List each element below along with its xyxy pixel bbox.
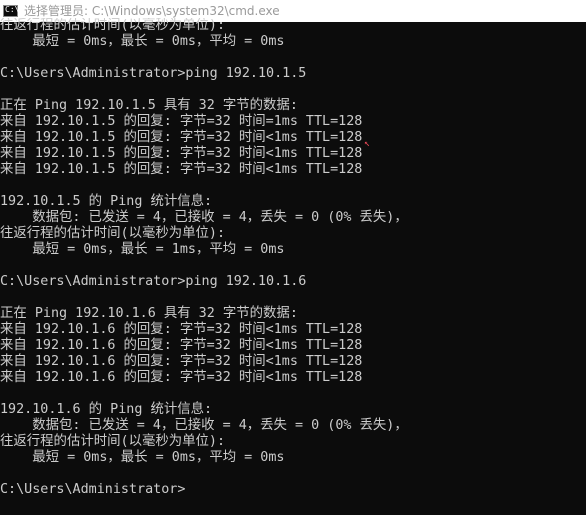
console-prompt[interactable]: C:\Users\Administrator> <box>0 482 586 498</box>
mouse-cursor-icon: ↖ <box>364 138 371 149</box>
console-line: 来自 192.10.1.6 的回复: 字节=32 时间<1ms TTL=128 <box>0 338 363 353</box>
console-line: 来自 192.10.1.6 的回复: 字节=32 时间<1ms TTL=128 <box>0 370 363 385</box>
console-line: 来自 192.10.1.6 的回复: 字节=32 时间<1ms TTL=128 <box>0 322 363 337</box>
cmd-icon[interactable]: C:\ <box>3 5 20 17</box>
console-line: 往返行程的估计时间(以毫秒为单位): <box>0 226 226 241</box>
console-line: 来自 192.10.1.5 的回复: 字节=32 时间<1ms TTL=128 <box>0 162 363 177</box>
console-line: 来自 192.10.1.5 的回复: 字节=32 时间=1ms TTL=128 <box>0 114 363 129</box>
console-line: C:\Users\Administrator>ping 192.10.1.5 <box>0 66 307 81</box>
console-output[interactable]: 往返行程的估计时间(以毫秒为单位): 最短 = 0ms，最长 = 0ms，平均 … <box>0 18 586 515</box>
console-line: 来自 192.10.1.5 的回复: 字节=32 时间<1ms TTL=128 <box>0 146 363 161</box>
cmd-window: C:\ 选择管理员: C:\Windows\system32\cmd.exe 往… <box>0 0 586 515</box>
console-line: 数据包: 已发送 = 4，已接收 = 4，丢失 = 0 (0% 丢失)， <box>0 210 408 225</box>
console-line: 正在 Ping 192.10.1.6 具有 32 字节的数据: <box>0 306 298 321</box>
console-line: C:\Users\Administrator>ping 192.10.1.6 <box>0 274 307 289</box>
console-line: 192.10.1.6 的 Ping 统计信息: <box>0 402 213 417</box>
console-line: 往返行程的估计时间(以毫秒为单位): <box>0 434 226 449</box>
console-line: 来自 192.10.1.5 的回复: 字节=32 时间<1ms TTL=128 <box>0 130 363 145</box>
console-line: 最短 = 0ms，最长 = 1ms，平均 = 0ms <box>0 242 285 257</box>
cmd-icon-prompt: C:\ <box>5 5 20 14</box>
console-line: 最短 = 0ms，最长 = 0ms，平均 = 0ms <box>0 34 285 49</box>
console-line: 192.10.1.5 的 Ping 统计信息: <box>0 194 213 209</box>
console-line: 最短 = 0ms，最长 = 0ms，平均 = 0ms <box>0 450 285 465</box>
console-line: 正在 Ping 192.10.1.5 具有 32 字节的数据: <box>0 98 298 113</box>
console-line: 数据包: 已发送 = 4，已接收 = 4，丢失 = 0 (0% 丢失)， <box>0 418 408 433</box>
console-line: 往返行程的估计时间(以毫秒为单位): <box>0 18 226 33</box>
console-line: 来自 192.10.1.6 的回复: 字节=32 时间<1ms TTL=128 <box>0 354 363 369</box>
